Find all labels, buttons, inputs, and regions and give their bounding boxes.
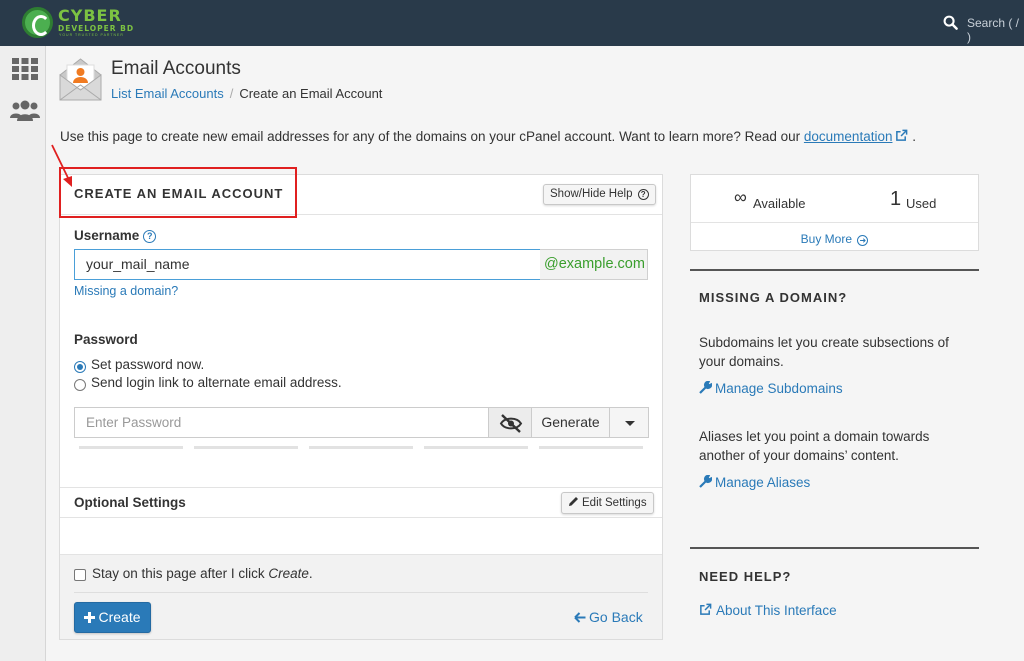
intro-text: Use this page to create new email addres… — [60, 129, 804, 144]
breadcrumb-separator: / — [229, 86, 234, 101]
send-login-link-label[interactable]: Send login link to alternate email addre… — [91, 375, 342, 390]
missing-domain-link[interactable]: Missing a domain? — [74, 284, 178, 298]
strength-meter-segment — [424, 446, 528, 449]
domain-select[interactable]: @example.com — [540, 249, 648, 280]
breadcrumb-list-email-accounts[interactable]: List Email Accounts — [111, 86, 224, 101]
generate-password-button[interactable]: Generate — [531, 407, 610, 438]
arrow-left-icon — [574, 612, 586, 623]
breadcrumb: List Email Accounts / Create an Email Acco… — [111, 86, 382, 101]
manage-aliases-link[interactable]: Manage Aliases — [699, 475, 810, 490]
stay-on-page-emphasis: Create — [268, 566, 309, 581]
stay-on-page-prefix: Stay on this page after I click — [92, 566, 269, 581]
set-password-label[interactable]: Set password now. — [91, 357, 204, 372]
question-circle-icon: ? — [637, 189, 649, 200]
manage-subdomains-label: Manage Subdomains — [715, 381, 843, 396]
strength-meter-segment — [309, 446, 413, 449]
edit-settings-label: Edit Settings — [582, 497, 647, 509]
missing-domain-rule — [690, 269, 979, 271]
email-envelope-icon — [59, 58, 102, 101]
brand-name: CYBER — [58, 6, 122, 25]
show-hide-help-label: Show/Hide Help — [550, 188, 633, 200]
used-count: 1 — [890, 188, 902, 210]
generate-options-dropdown[interactable] — [609, 407, 649, 438]
need-help-heading: NEED HELP? — [699, 569, 792, 584]
left-rail — [0, 46, 46, 661]
breadcrumb-current: Create an Email Account — [239, 86, 383, 101]
arrow-right-circle-icon: ➜ — [857, 235, 869, 246]
external-link-icon[interactable] — [895, 129, 908, 142]
create-button-label: Create — [98, 609, 141, 625]
password-input[interactable]: Enter Password — [74, 407, 489, 438]
stay-on-page-checkbox[interactable] — [74, 569, 86, 581]
annotation-arrow-icon — [51, 144, 72, 187]
page-title: Email Accounts — [111, 58, 241, 79]
about-interface-label: About This Interface — [716, 603, 837, 618]
logo-mark-icon — [22, 7, 53, 38]
need-help-rule — [690, 547, 979, 549]
stay-on-page-label[interactable]: Stay on this page after I click Create. — [92, 566, 313, 581]
footer-divider — [74, 592, 648, 593]
used-label: Used — [906, 196, 937, 211]
about-interface-link[interactable]: About This Interface — [699, 603, 837, 618]
missing-domain-heading: MISSING A DOMAIN? — [699, 290, 848, 305]
infinity-icon: ∞ — [734, 187, 747, 207]
create-email-panel: CREATE AN EMAIL ACCOUNT Show/Hide Help ?… — [59, 174, 663, 640]
form-footer: Stay on this page after I click Create. … — [60, 554, 662, 639]
password-label: Password — [74, 332, 138, 347]
annotation-highlight-box — [59, 167, 297, 218]
wrench-icon — [699, 381, 712, 394]
apps-grid-icon[interactable] — [12, 58, 38, 80]
account-stats: ∞ Available 1 Used Buy More ➜ — [690, 174, 979, 251]
brand-subtitle: DEVELOPER BD — [58, 24, 135, 33]
documentation-link[interactable]: documentation — [804, 129, 893, 144]
create-button[interactable]: Create — [74, 602, 151, 633]
username-help-icon[interactable]: ? — [143, 230, 157, 243]
aliases-description: Aliases let you point a domain towards a… — [699, 429, 930, 463]
strength-meter-segment — [539, 446, 643, 449]
go-back-link[interactable]: Go Back — [574, 609, 643, 625]
edit-settings-button[interactable]: Edit Settings — [561, 492, 654, 514]
eye-slash-icon — [499, 414, 523, 433]
users-icon[interactable] — [9, 100, 41, 122]
stay-on-page-suffix: . — [308, 566, 313, 581]
subdomains-description: Subdomains let you create subsections of… — [699, 335, 949, 369]
brand-tagline: YOUR TRUSTED PARTNER — [59, 33, 124, 37]
available-label: Available — [753, 196, 806, 211]
username-label-text: Username — [74, 228, 140, 243]
optional-settings-section: Optional Settings Edit Settings — [60, 487, 662, 518]
intro-suffix: . — [912, 129, 916, 144]
strength-meter-segment — [79, 446, 183, 449]
buy-more-link[interactable]: Buy More ➜ — [691, 232, 978, 246]
plus-icon — [84, 612, 96, 623]
send-login-link-radio[interactable] — [74, 379, 86, 391]
set-password-radio[interactable] — [74, 361, 86, 373]
strength-meter-segment — [194, 446, 298, 449]
wrench-icon — [699, 475, 712, 488]
optional-settings-label: Optional Settings — [74, 495, 186, 510]
brand-logo[interactable]: CYBER DEVELOPER BD YOUR TRUSTED PARTNER — [22, 6, 142, 40]
go-back-label: Go Back — [589, 609, 643, 625]
search-input[interactable]: Search ( / ) — [967, 16, 1024, 44]
show-hide-help-button[interactable]: Show/Hide Help ? — [543, 184, 656, 205]
search-icon[interactable] — [943, 15, 958, 30]
intro-paragraph: Use this page to create new email addres… — [60, 129, 916, 144]
buy-more-label: Buy More — [800, 232, 852, 246]
manage-subdomains-link[interactable]: Manage Subdomains — [699, 381, 843, 396]
username-input[interactable]: your_mail_name — [74, 249, 541, 280]
username-label: Username? — [74, 228, 157, 243]
toggle-password-visibility-button[interactable] — [488, 407, 532, 438]
manage-aliases-label: Manage Aliases — [715, 475, 811, 490]
stats-row: ∞ Available 1 Used — [691, 175, 978, 223]
top-navbar: CYBER DEVELOPER BD YOUR TRUSTED PARTNER … — [0, 0, 1024, 46]
external-link-icon — [700, 603, 712, 615]
pencil-icon — [569, 497, 578, 506]
